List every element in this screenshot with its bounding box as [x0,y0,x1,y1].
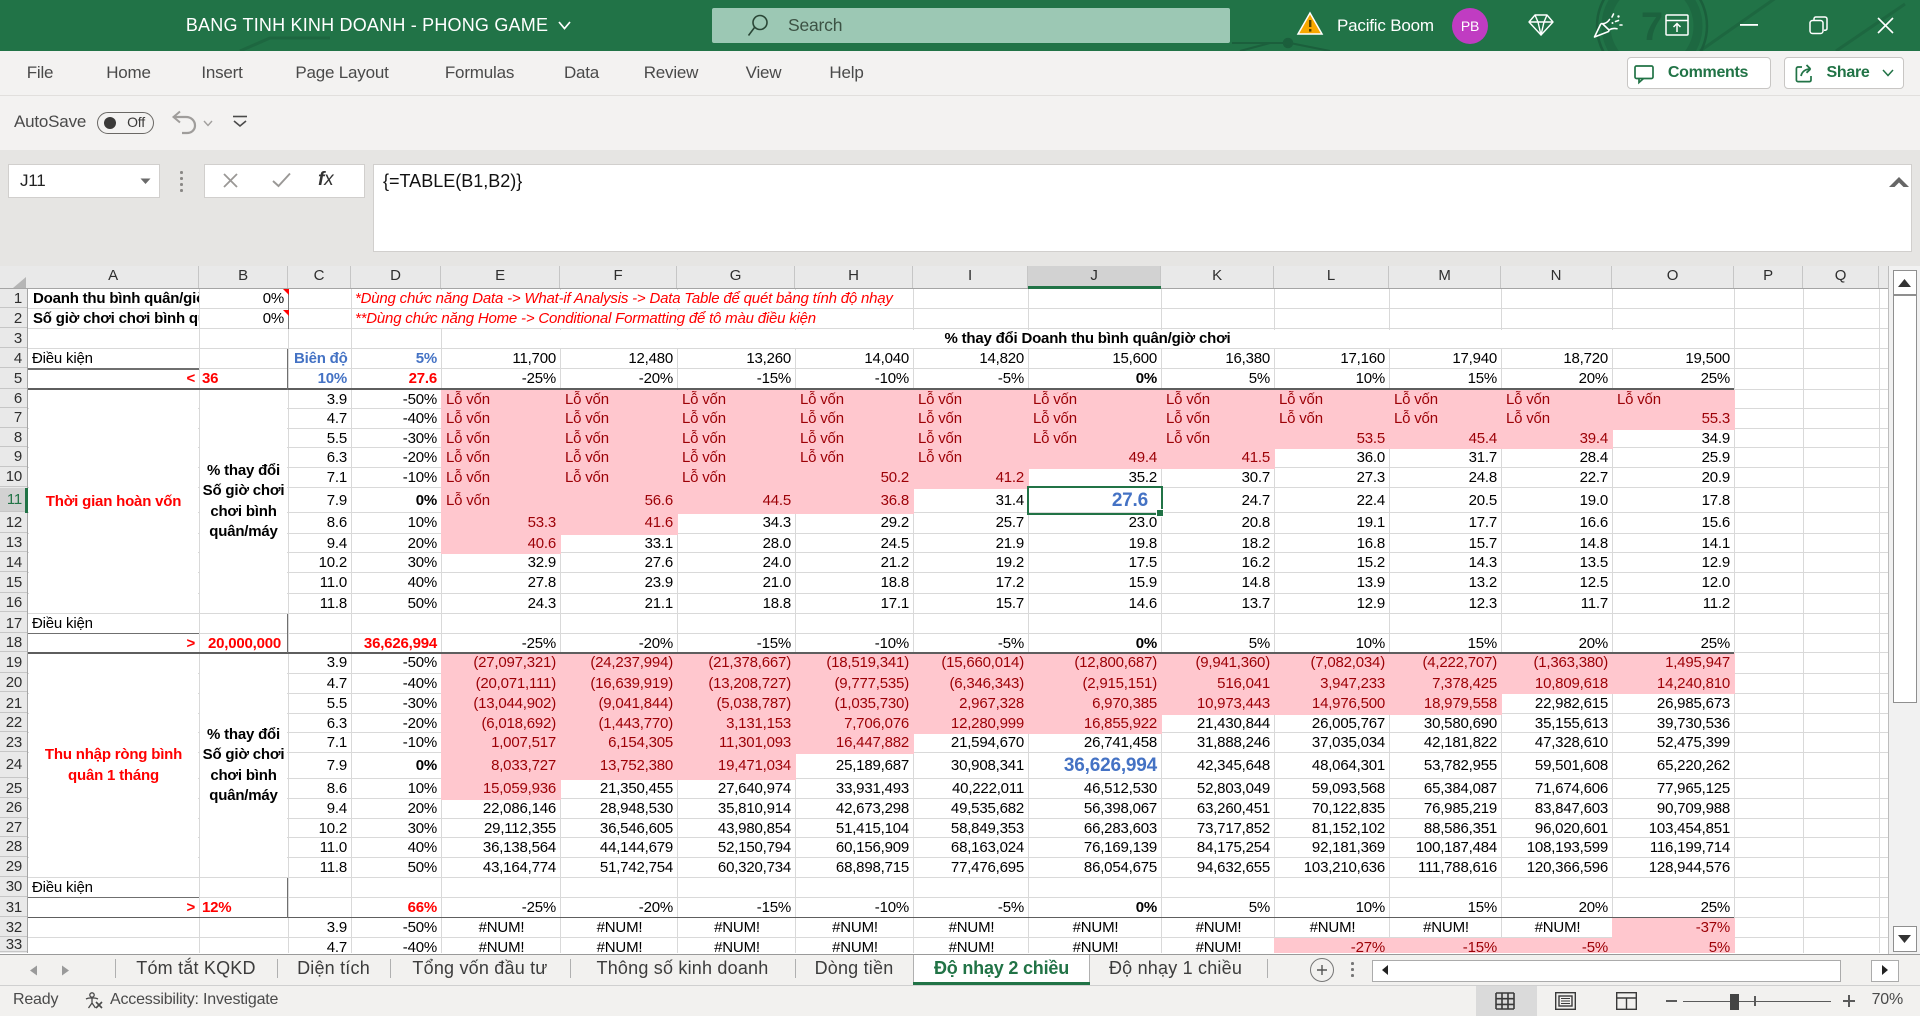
svg-text:7: 7 [1641,5,1663,49]
